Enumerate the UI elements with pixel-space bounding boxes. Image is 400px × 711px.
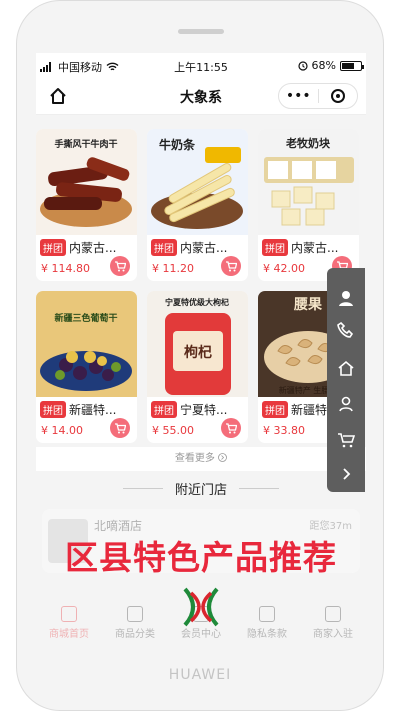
home-icon bbox=[61, 606, 77, 622]
phone-button[interactable] bbox=[327, 314, 365, 346]
profile-icon bbox=[339, 396, 353, 412]
chevron-right-icon bbox=[218, 453, 227, 462]
product-name: 拼团 内蒙古... bbox=[40, 239, 135, 256]
phone-frame: 中国移动 上午11:55 68% 大象系 ••• 手撕风干牛肉干 拼团 内蒙古.… bbox=[16, 0, 384, 711]
nearby-stores-header: 附近门店 bbox=[36, 473, 366, 503]
tab-category[interactable]: 商品分类 bbox=[102, 599, 168, 647]
collapse-panel-button[interactable] bbox=[327, 458, 365, 490]
more-button[interactable]: ••• bbox=[279, 84, 318, 108]
product-image: 手撕风干牛肉干 bbox=[36, 129, 137, 235]
cart-icon bbox=[115, 423, 126, 434]
product-card[interactable]: 新疆三色葡萄干 拼团 新疆特... ¥ 14.00 bbox=[36, 291, 137, 443]
device-brand: HUAWEI bbox=[168, 667, 232, 683]
group-buy-badge: 拼团 bbox=[262, 239, 288, 256]
close-button[interactable] bbox=[319, 84, 358, 108]
product-price: ¥ 55.00 bbox=[152, 424, 194, 437]
product-card[interactable]: 老牧奶块 拼团 内蒙古... ¥ 42.00 bbox=[258, 129, 359, 281]
profile-button[interactable] bbox=[327, 388, 365, 420]
status-bar: 中国移动 上午11:55 68% bbox=[36, 53, 366, 77]
cart-icon bbox=[226, 423, 237, 434]
product-name: 拼团 宁夏特... bbox=[151, 401, 246, 418]
product-card[interactable]: 牛奶条 拼团 内蒙古... ¥ 11.20 bbox=[147, 129, 248, 281]
floating-side-panel bbox=[327, 268, 365, 492]
product-card[interactable]: 手撕风干牛肉干 拼团 内蒙古... ¥ 114.80 bbox=[36, 129, 137, 281]
tab-home[interactable]: 商城首页 bbox=[36, 599, 102, 647]
home-shortcut-button[interactable] bbox=[327, 352, 365, 384]
category-icon bbox=[127, 606, 143, 622]
add-to-cart-button[interactable] bbox=[221, 418, 241, 438]
divider bbox=[122, 487, 163, 489]
close-icon bbox=[330, 89, 345, 103]
svg-text:老牧奶块: 老牧奶块 bbox=[285, 136, 331, 150]
group-buy-badge: 拼团 bbox=[262, 401, 288, 418]
privacy-icon bbox=[259, 606, 275, 622]
cart-icon bbox=[226, 261, 237, 272]
svg-text:枸杞: 枸杞 bbox=[184, 344, 212, 361]
divider bbox=[239, 487, 279, 489]
product-name: 拼团 新疆特... bbox=[40, 401, 135, 418]
svg-text:手撕风干牛肉干: 手撕风干牛肉干 bbox=[54, 138, 117, 150]
brand-logo bbox=[183, 587, 219, 627]
svg-text:宁夏特优级大枸杞: 宁夏特优级大枸杞 bbox=[165, 297, 229, 307]
chevron-right-icon bbox=[343, 468, 351, 480]
nearby-stores-title: 附近门店 bbox=[174, 482, 227, 498]
product-image: 老牧奶块 bbox=[258, 129, 359, 235]
product-image: 牛奶条 bbox=[147, 129, 248, 235]
svg-text:新疆三色葡萄干: 新疆三色葡萄干 bbox=[54, 312, 117, 324]
product-price: ¥ 14.00 bbox=[41, 424, 83, 437]
svg-text:腰果: 腰果 bbox=[293, 297, 323, 313]
group-buy-badge: 拼团 bbox=[40, 239, 66, 256]
svg-text:牛奶条: 牛奶条 bbox=[159, 137, 196, 152]
cart-shortcut-button[interactable] bbox=[327, 424, 365, 456]
product-price: ¥ 33.80 bbox=[263, 424, 305, 437]
earpiece bbox=[178, 29, 224, 34]
add-to-cart-button[interactable] bbox=[221, 256, 241, 276]
nav-bar: 大象系 ••• bbox=[36, 77, 366, 115]
product-price: ¥ 11.20 bbox=[152, 262, 194, 275]
promo-banner-title: 区县特色产品推荐 bbox=[65, 538, 337, 577]
customer-service-button[interactable] bbox=[327, 282, 365, 314]
merchant-icon bbox=[325, 606, 341, 622]
app-screen: 中国移动 上午11:55 68% 大象系 ••• 手撕风干牛肉干 拼团 内蒙古.… bbox=[36, 53, 366, 647]
user-icon bbox=[339, 291, 353, 306]
add-to-cart-button[interactable] bbox=[110, 256, 130, 276]
battery-percent: 68% bbox=[311, 59, 336, 72]
miniprogram-capsule: ••• bbox=[278, 83, 358, 109]
product-image: 宁夏特优级大枸杞 枸杞 bbox=[147, 291, 248, 397]
group-buy-badge: 拼团 bbox=[151, 401, 177, 418]
group-buy-badge: 拼团 bbox=[151, 239, 177, 256]
group-buy-badge: 拼团 bbox=[40, 401, 66, 418]
alarm-icon bbox=[297, 60, 308, 71]
product-price: ¥ 42.00 bbox=[263, 262, 305, 275]
store-distance: 距您37m bbox=[309, 521, 352, 532]
product-name: 拼团 内蒙古... bbox=[151, 239, 246, 256]
tab-merchant[interactable]: 商家入驻 bbox=[300, 599, 366, 647]
product-name: 拼团 内蒙古... bbox=[262, 239, 357, 256]
home-icon bbox=[338, 360, 354, 376]
phone-icon bbox=[337, 321, 354, 338]
product-price: ¥ 114.80 bbox=[41, 262, 90, 275]
cart-icon bbox=[115, 261, 126, 272]
tab-privacy[interactable]: 隐私条款 bbox=[234, 599, 300, 647]
view-more-link[interactable]: 查看更多 bbox=[36, 447, 366, 471]
product-image: 新疆三色葡萄干 bbox=[36, 291, 137, 397]
product-card[interactable]: 宁夏特优级大枸杞 枸杞 拼团 宁夏特... ¥ 55.00 bbox=[147, 291, 248, 443]
add-to-cart-button[interactable] bbox=[110, 418, 130, 438]
battery-icon bbox=[340, 60, 364, 71]
cart-icon bbox=[338, 433, 355, 448]
